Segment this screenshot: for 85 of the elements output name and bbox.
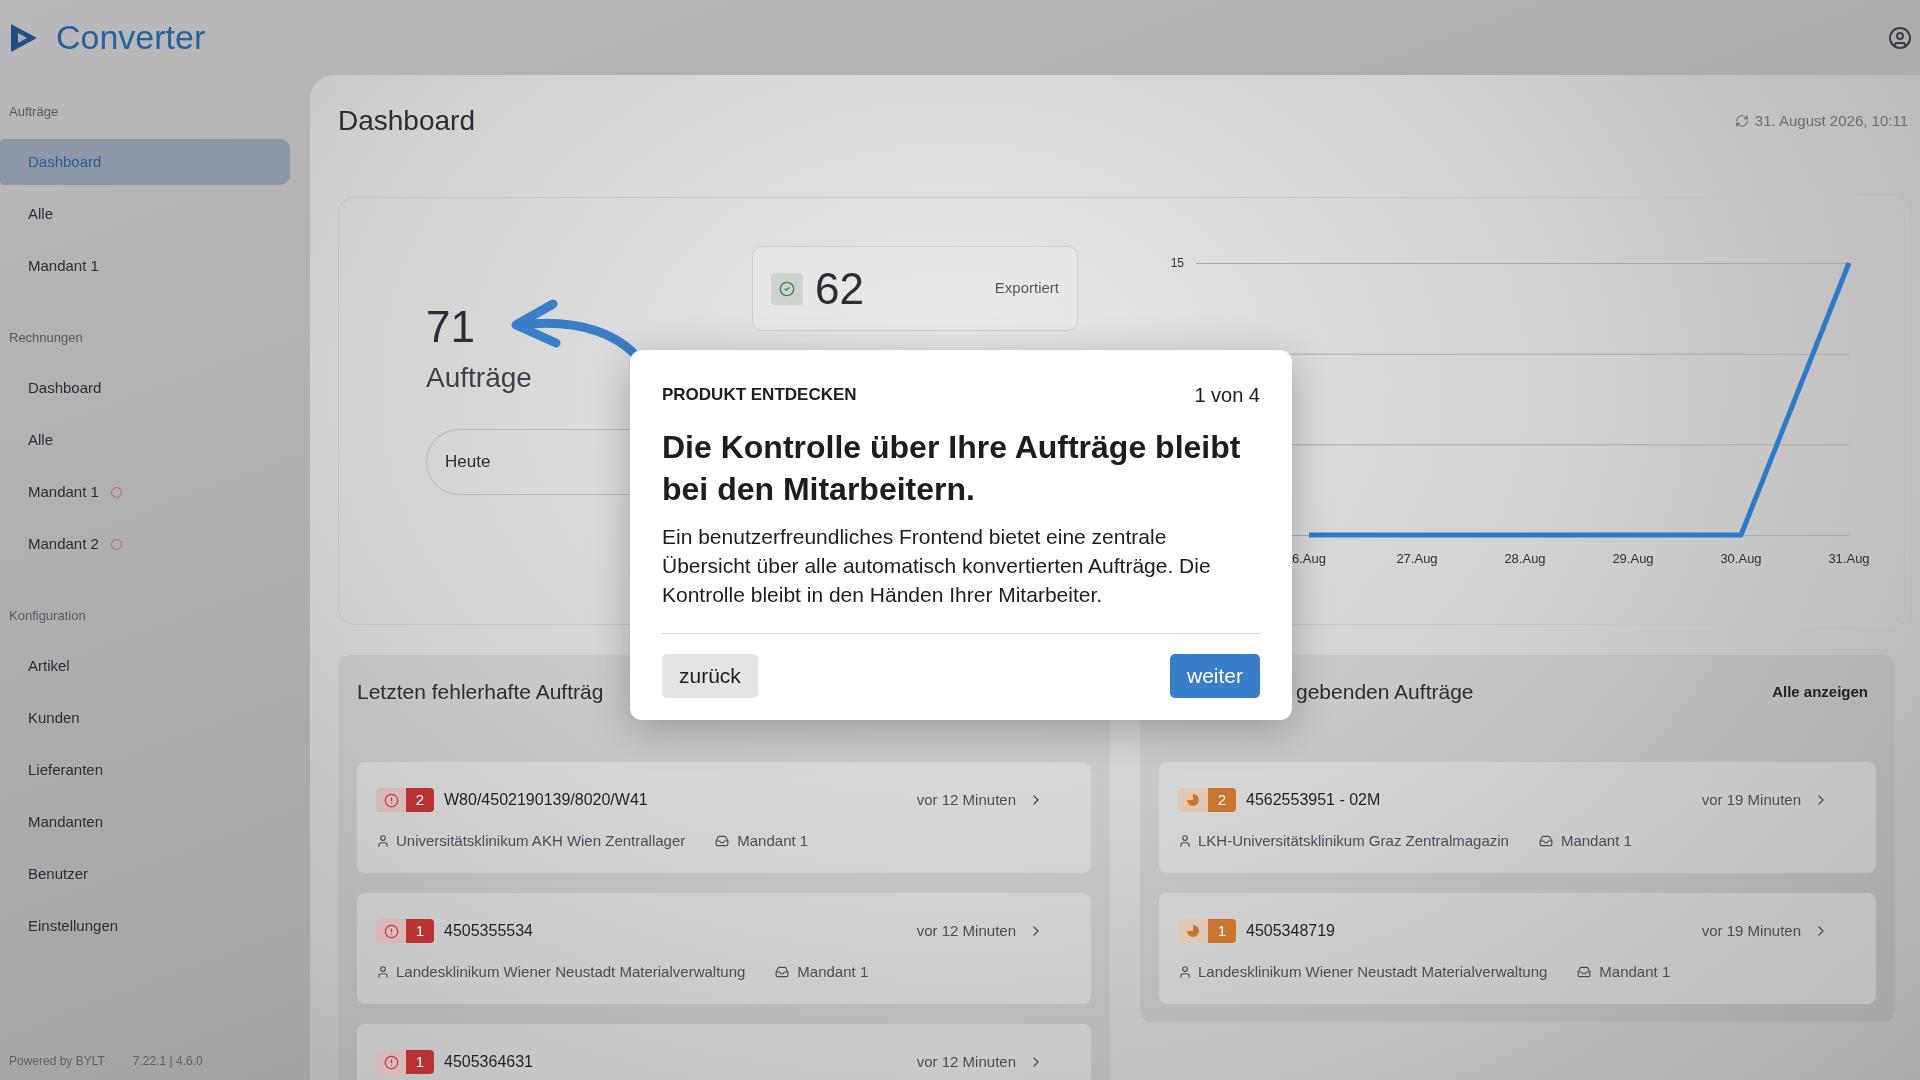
axis-label: 27.Aug xyxy=(1396,551,1438,566)
order-count: 71 xyxy=(426,301,475,353)
tour-eyebrow: PRODUKT ENTDECKEN xyxy=(662,384,857,407)
sidebar-item[interactable]: Mandant 1 xyxy=(0,469,290,515)
last-updated: 31. August 2026, 10:11 xyxy=(1754,110,1908,131)
sidebar-item[interactable]: Mandanten xyxy=(0,799,290,845)
section-label: Rechnungen xyxy=(8,329,84,348)
sidebar-item[interactable]: Mandant 1 xyxy=(0,243,290,289)
client-name: Mandant 1 xyxy=(737,831,809,851)
alert-icon xyxy=(383,792,399,808)
section-label: Konfiguration xyxy=(8,607,87,626)
count-badge: 1 xyxy=(406,919,434,943)
back-button[interactable]: zurück xyxy=(662,654,758,698)
order-card[interactable]: 1 4505348719 vor 19 Minuten Landesklinikum Wiener Neustadt Materialverwaltung Mandant 1 xyxy=(1159,893,1876,1004)
refresh-icon xyxy=(1734,114,1749,128)
version-text: 7.22.1 | 4.6.0 xyxy=(132,1053,203,1070)
inbox-icon xyxy=(1538,834,1553,849)
user-icon xyxy=(1178,834,1192,849)
user-account-icon[interactable] xyxy=(1888,25,1912,50)
axis-label: 29.Aug xyxy=(1612,551,1654,566)
order-card[interactable]: 1 4505355534 vor 12 Minuten Landesklinikum Wiener Neustadt Materialverwaltung Mandant 1 xyxy=(357,893,1091,1004)
panel-title: gebenden Aufträge xyxy=(1296,679,1474,706)
section-label: Aufträge xyxy=(8,103,60,122)
client-name: Mandant 1 xyxy=(797,962,869,982)
sidebar-item[interactable]: Mandant 2 xyxy=(0,521,290,567)
alert-icon xyxy=(383,923,399,939)
count-badge: 1 xyxy=(406,1050,434,1074)
show-all-link[interactable]: Alle anzeigen xyxy=(1772,680,1868,704)
exported-count: 62 xyxy=(815,262,864,315)
sidebar-item[interactable]: Benutzer xyxy=(0,851,290,897)
user-icon xyxy=(1178,965,1192,980)
powered-by-text: Powered by BYLT xyxy=(9,1053,105,1070)
order-card[interactable]: 2 W80/4502190139/8020/W41 vor 12 Minuten Universitätsklinikum AKH Wien Zentrallager Mandant 1 xyxy=(357,762,1091,873)
logo-icon xyxy=(10,22,38,53)
customer-name: Landesklinikum Wiener Neustadt Materialverwaltung xyxy=(1198,962,1548,982)
order-time: vor 19 Minuten xyxy=(1701,789,1801,810)
order-time: vor 12 Minuten xyxy=(916,789,1016,810)
sidebar-item[interactable]: Einstellungen xyxy=(0,903,290,949)
sidebar-item[interactable]: Alle xyxy=(0,417,290,463)
pie-chart-icon xyxy=(1186,793,1200,807)
customer-name: LKH-Universitätsklinikum Graz Zentralmagazin xyxy=(1198,831,1509,851)
axis-label: 6.Aug xyxy=(1292,551,1326,566)
count-badge: 2 xyxy=(406,788,434,812)
client-name: Mandant 1 xyxy=(1560,831,1632,851)
order-time: vor 12 Minuten xyxy=(916,920,1016,941)
next-button[interactable]: weiter xyxy=(1169,654,1260,698)
order-card[interactable]: 1 4505364631 vor 12 Minuten xyxy=(357,1024,1091,1080)
sidebar-item[interactable]: Lieferanten xyxy=(0,747,290,793)
tour-step-counter: 1 von 4 xyxy=(1194,383,1260,408)
count-badge: 1 xyxy=(1208,919,1236,943)
check-icon xyxy=(771,272,803,305)
sidebar-item[interactable]: Kunden xyxy=(0,695,290,741)
inbox-icon xyxy=(715,834,730,849)
sidebar-item[interactable]: Artikel xyxy=(0,643,290,689)
customer-name: Landesklinikum Wiener Neustadt Materialverwaltung xyxy=(396,962,746,982)
order-number: 4505364631 xyxy=(444,1052,533,1072)
inbox-icon xyxy=(775,965,790,980)
axis-label: 15 xyxy=(1170,256,1184,270)
order-number: 4505348719 xyxy=(1246,921,1335,941)
order-number: 4562553951 - 02M xyxy=(1246,790,1381,810)
exported-label: Exportiert xyxy=(994,278,1059,299)
axis-label: 28.Aug xyxy=(1504,551,1546,566)
axis-label: 31.Aug xyxy=(1828,551,1870,566)
order-time: vor 12 Minuten xyxy=(916,1051,1016,1072)
sidebar-item[interactable]: Alle xyxy=(0,191,290,237)
alert-icon xyxy=(383,1054,399,1070)
axis-label: 30.Aug xyxy=(1720,551,1762,566)
order-number: 4505355534 xyxy=(444,921,533,941)
client-name: Mandant 1 xyxy=(1599,962,1671,982)
tour-heading: Die Kontrolle über Ihre Aufträge bleibt bei den Mitarbeitern. xyxy=(662,428,1242,509)
app-title: Converter xyxy=(56,17,206,58)
order-card[interactable]: 2 4562553951 - 02M vor 19 Minuten LKH-Universitätsklinikum Graz Zentralmagazin Mandant 1 xyxy=(1159,762,1876,873)
user-icon xyxy=(376,965,390,980)
pie-chart-icon xyxy=(1186,924,1200,938)
inbox-icon xyxy=(1577,965,1592,980)
tour-body: Ein benutzerfreundliches Frontend bietet eine zentrale Übersicht über alle automatisch konvertierten Aufträge. Die Kontrolle bleibt in den Händen Ihrer Mitarbeiter. xyxy=(662,524,1212,608)
sidebar-item[interactable]: Dashboard xyxy=(0,365,290,411)
count-badge: 2 xyxy=(1208,788,1236,812)
user-icon xyxy=(376,834,390,849)
panel-title: Letzten fehlerhafte Aufträg xyxy=(357,679,604,706)
order-number: W80/4502190139/8020/W41 xyxy=(444,790,648,810)
order-time: vor 19 Minuten xyxy=(1701,920,1801,941)
page-title: Dashboard xyxy=(338,104,475,138)
customer-name: Universitätsklinikum AKH Wien Zentrallager xyxy=(396,831,686,851)
order-count-label: Aufträge xyxy=(426,361,532,395)
